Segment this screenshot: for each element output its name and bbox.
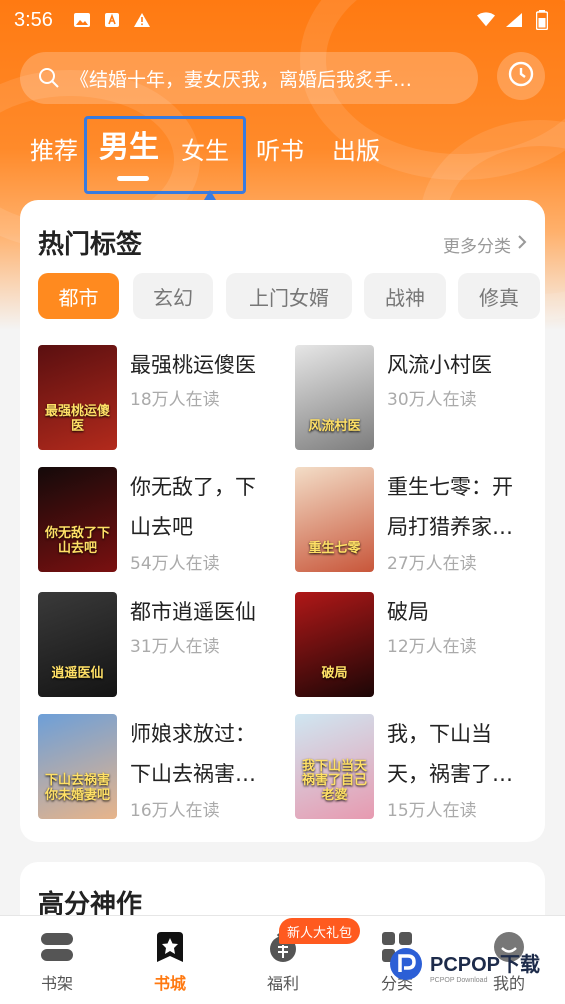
search-icon [38, 67, 60, 89]
book-cover: 最强桃运傻医 [38, 345, 117, 450]
book-cover: 逍遥医仙 [38, 592, 117, 697]
book-title: 破局 [387, 600, 429, 624]
watermark-sub: PCPOP Download [430, 977, 488, 984]
book-item[interactable]: 最强桃运傻医 最强桃运傻医 18万人在读 [38, 345, 278, 451]
book-cover-text: 我下山当天祸害了自己老婆 [301, 759, 367, 803]
app-notification-icon [103, 11, 121, 29]
book-readers: 15万人在读 [387, 801, 477, 821]
wifi-icon [477, 11, 495, 29]
book-cover-text: 你无敌了下山去吧 [44, 526, 110, 556]
book-cover: 我下山当天祸害了自己老婆 [295, 714, 374, 819]
tab-recommend[interactable]: 推荐 [30, 118, 78, 178]
hot-tags-card: 热门标签 更多分类 都市 玄幻 上门女婿 战神 修真 最强桃运傻医 最强桃运傻医 1… [20, 200, 545, 842]
nav-label-bookstore: 书城 [153, 974, 186, 993]
book-title: 风流小村医 [387, 353, 492, 377]
book-item[interactable]: 我下山当天祸害了自己老婆 我，下山当天，祸害了… 15万人在读 [295, 714, 535, 821]
book-readers: 54万人在读 [130, 554, 220, 574]
status-bar: 3:56 [0, 0, 565, 40]
bookstore-icon [153, 930, 187, 964]
book-title: 最强桃运傻医 [130, 353, 256, 377]
warning-icon [133, 11, 151, 29]
book-item[interactable]: 下山去祸害你未婚妻吧 师娘求放过：下山去祸害… 16万人在读 [38, 714, 278, 821]
chip-xiuzhen[interactable]: 修真 [458, 273, 540, 319]
search-placeholder: 《结婚十年，妻女厌我，离婚后我炙手… [70, 68, 413, 91]
book-cover: 风流村医 [295, 345, 374, 450]
book-readers: 31万人在读 [130, 637, 220, 657]
signal-icon [505, 11, 523, 29]
nav-label-welfare: 福利 [266, 974, 299, 993]
pcpop-logo-icon [388, 946, 424, 986]
book-title: 我，下山当天，祸害了… [387, 722, 513, 786]
book-cover-text: 重生七零 [308, 540, 361, 556]
book-cover: 破局 [295, 592, 374, 697]
newbie-gift-badge[interactable]: 新人大礼包 [279, 918, 361, 944]
book-cover: 重生七零 [295, 467, 374, 572]
book-cover: 下山去祸害你未婚妻吧 [38, 714, 117, 819]
history-button[interactable] [497, 52, 545, 100]
watermark-brand: PCPOP下载 [430, 954, 541, 976]
nav-label-bookshelf: 书架 [40, 974, 73, 993]
book-item[interactable]: 你无敌了下山去吧 你无敌了，下山去吧 54万人在读 [38, 467, 278, 574]
tag-chips: 都市 玄幻 上门女婿 战神 修真 [38, 273, 545, 321]
book-readers: 16万人在读 [130, 801, 220, 821]
pcpop-watermark: PCPOP下载 PCPOP Download [388, 944, 558, 988]
book-item[interactable]: 重生七零 重生七零：开局打猎养家… 27万人在读 [295, 467, 535, 574]
book-item[interactable]: 逍遥医仙 都市逍遥医仙 31万人在读 [38, 592, 278, 698]
book-cover: 你无敌了下山去吧 [38, 467, 117, 572]
book-cover-text: 逍遥医仙 [51, 665, 104, 681]
book-readers: 18万人在读 [130, 390, 220, 410]
tab-audiobook[interactable]: 听书 [256, 118, 304, 178]
more-categories-label: 更多分类 [443, 237, 511, 257]
book-cover-text: 最强桃运傻医 [44, 404, 110, 434]
bookshelf-icon [40, 930, 74, 964]
book-cover-text: 破局 [321, 665, 348, 681]
chevron-right-icon [517, 234, 527, 255]
image-notification-icon [73, 11, 91, 29]
book-cover-text: 下山去祸害你未婚妻吧 [44, 773, 110, 803]
book-title: 重生七零：开局打猎养家… [387, 475, 513, 539]
chip-dushi[interactable]: 都市 [38, 273, 119, 319]
book-title: 都市逍遥医仙 [130, 600, 256, 624]
chip-zhanshen[interactable]: 战神 [364, 273, 446, 319]
search-bar[interactable]: 《结婚十年，妻女厌我，离婚后我炙手… [20, 52, 478, 104]
annotation-highlight-box [84, 116, 246, 194]
book-readers: 12万人在读 [387, 637, 477, 657]
nav-bookstore[interactable]: 书城 [130, 930, 210, 994]
section-title: 热门标签 [38, 230, 143, 260]
book-readers: 27万人在读 [387, 554, 477, 574]
book-readers: 30万人在读 [387, 390, 477, 410]
status-time: 3:56 [14, 8, 53, 31]
clock-icon [507, 60, 535, 92]
book-title: 师娘求放过：下山去祸害… [130, 722, 256, 786]
chip-xuanhuan[interactable]: 玄幻 [133, 273, 213, 319]
tab-publish[interactable]: 出版 [332, 118, 380, 178]
book-item[interactable]: 风流村医 风流小村医 30万人在读 [295, 345, 535, 451]
battery-icon [533, 10, 551, 30]
nav-bookshelf[interactable]: 书架 [17, 930, 97, 994]
book-item[interactable]: 破局 破局 12万人在读 [295, 592, 535, 698]
chip-shangmen-nuxu[interactable]: 上门女婿 [226, 273, 352, 319]
book-title: 你无敌了，下山去吧 [130, 475, 256, 539]
book-cover-text: 风流村医 [308, 418, 361, 434]
more-categories-link[interactable]: 更多分类 [443, 232, 527, 257]
